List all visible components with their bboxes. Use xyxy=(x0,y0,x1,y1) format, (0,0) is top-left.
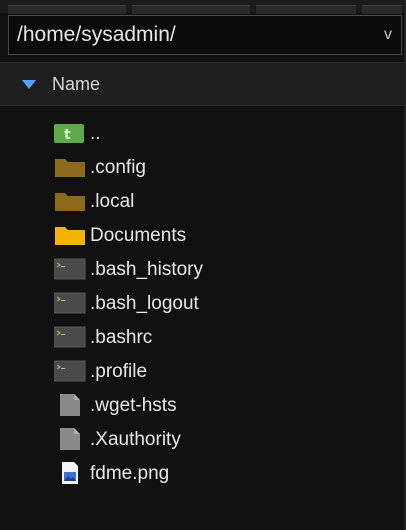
name-column-header[interactable]: Name xyxy=(0,62,406,106)
file-name: .Xauthority xyxy=(90,429,181,450)
file-row[interactable]: .Xauthority xyxy=(0,422,406,456)
image-file-icon xyxy=(54,462,86,484)
file-panel: /home/sysadmin/ v Name t .. .config .loc… xyxy=(0,0,406,530)
file-row[interactable]: .bash_logout xyxy=(0,286,406,320)
file-row[interactable]: .bashrc xyxy=(0,320,406,354)
file-name: .bash_history xyxy=(90,259,204,280)
file-row[interactable]: .profile xyxy=(0,354,406,388)
chevron-down-icon: v xyxy=(384,26,392,43)
file-row[interactable]: .config xyxy=(0,150,406,184)
folder-icon xyxy=(54,190,86,212)
svg-text:t: t xyxy=(64,127,71,143)
path-input[interactable]: /home/sysadmin/ v xyxy=(8,15,402,55)
path-dropdown-button[interactable]: v xyxy=(375,16,401,54)
file-list: t .. .config .local Documents .bash_hist… xyxy=(0,106,406,530)
file-row[interactable]: .bash_history xyxy=(0,252,406,286)
file-name: .bash_logout xyxy=(90,293,199,314)
file-row[interactable]: .wget-hsts xyxy=(0,388,406,422)
file-row[interactable]: t .. xyxy=(0,116,406,150)
file-name: Documents xyxy=(90,225,187,246)
file-name: .local xyxy=(90,191,135,212)
folder-icon xyxy=(54,156,86,178)
file-row[interactable]: .local xyxy=(0,184,406,218)
file-row[interactable]: fdme.png xyxy=(0,456,406,490)
name-column-label: Name xyxy=(52,74,101,94)
terminal-file-icon xyxy=(53,360,86,382)
document-icon xyxy=(54,428,86,450)
file-name: fdme.png xyxy=(90,463,170,484)
folder-icon xyxy=(54,224,86,246)
document-icon xyxy=(54,394,86,416)
path-value: /home/sysadmin/ xyxy=(17,23,176,46)
file-name: .wget-hsts xyxy=(90,395,177,416)
sort-ascending-icon xyxy=(22,80,36,89)
file-name: .profile xyxy=(90,361,148,382)
parent-folder-icon: t xyxy=(54,122,86,144)
terminal-file-icon xyxy=(53,258,86,280)
terminal-file-icon xyxy=(53,326,86,348)
top-window-strip xyxy=(0,0,406,14)
file-name: .bashrc xyxy=(90,327,153,348)
file-row[interactable]: Documents xyxy=(0,218,406,252)
terminal-file-icon xyxy=(53,292,86,314)
file-name: .. xyxy=(90,123,101,144)
file-name: .config xyxy=(90,157,146,178)
